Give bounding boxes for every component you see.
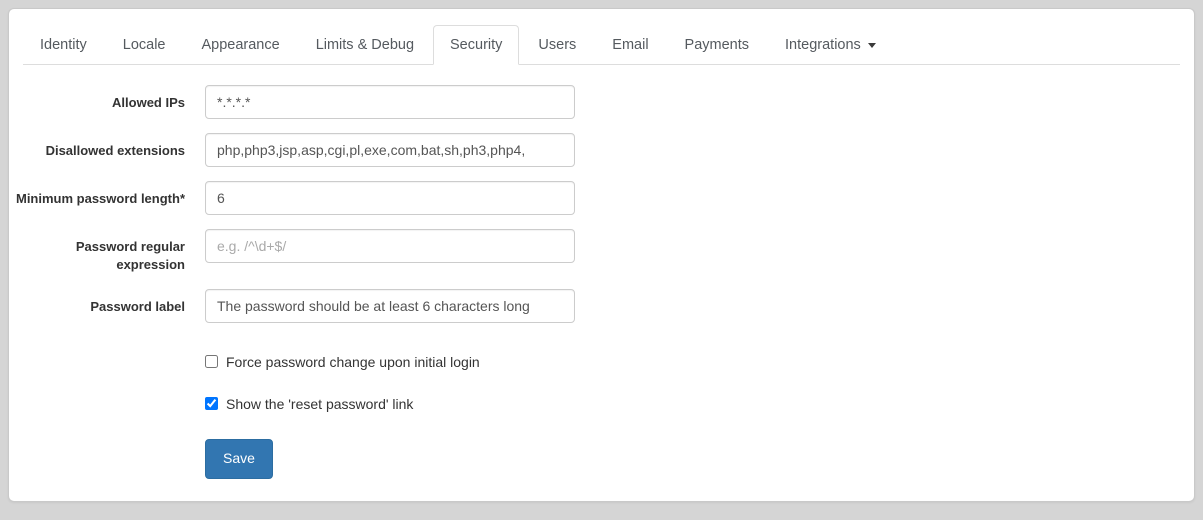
tab-security[interactable]: Security (433, 25, 520, 65)
label-password-label: Password label (90, 298, 185, 314)
tab-label: Limits & Debug (315, 36, 415, 53)
tab-locale[interactable]: Locale (106, 25, 183, 65)
checkbox-row-force-password-change-upon-initial-login[interactable]: Force password change upon initial login (205, 349, 1194, 375)
checkbox-show-the-reset-password-link[interactable] (205, 397, 218, 411)
tab-label: Users (538, 36, 577, 53)
field-wrap-password-regular-expression (205, 229, 575, 263)
form-row-password-label: Password label (9, 288, 1194, 323)
save-button[interactable]: Save (205, 438, 273, 479)
input-allowed-ips[interactable] (205, 85, 575, 119)
label-allowed-ips: Allowed IPs (112, 95, 185, 110)
tab-identity[interactable]: Identity (23, 25, 104, 65)
tab-label: Identity (40, 36, 87, 53)
field-wrap-disallowed-extensions (205, 133, 575, 167)
field-wrap-allowed-ips (205, 85, 575, 119)
form-row-password-regular-expression: Password regular expression (9, 229, 1194, 275)
tab-appearance[interactable]: Appearance (184, 25, 296, 65)
tab-integrations[interactable]: Integrations (768, 25, 893, 65)
tab-label: Email (612, 36, 649, 53)
checkbox-row-show-the-reset-password-link[interactable]: Show the 'reset password' link (205, 391, 1194, 417)
label-password-regular-expression: Password regular expression (75, 239, 185, 273)
form-row-minimum-password-length: Minimum password length* (9, 181, 1194, 215)
form-fields: Allowed IPs Disallowed extensions Minimum … (9, 85, 1194, 323)
checkbox-label-show-the-reset-password-link: Show the 'reset password' link (226, 395, 414, 412)
tab-payments[interactable]: Payments (668, 25, 766, 65)
tab-label: Appearance (201, 36, 280, 53)
input-password-regular-expression[interactable] (205, 229, 575, 263)
form-row-disallowed-extensions: Disallowed extensions (9, 133, 1194, 167)
checkbox-label-force-password-change-upon-initial-login: Force password change upon initial login (226, 353, 480, 370)
label-disallowed-extensions: Disallowed extensions (45, 143, 185, 158)
tab-label: Payments (684, 36, 750, 53)
field-wrap-minimum-password-length (205, 181, 575, 215)
tab-label: Locale (122, 36, 166, 53)
input-password-label[interactable] (205, 288, 575, 323)
tab-email[interactable]: Email (595, 25, 665, 65)
security-settings-form: Allowed IPs Disallowed extensions Minimum … (9, 65, 1194, 479)
tab-users[interactable]: Users (521, 25, 593, 65)
input-minimum-password-length[interactable] (205, 181, 575, 215)
tab-limits-debug[interactable]: Limits & Debug (299, 25, 431, 65)
field-wrap-password-label (205, 288, 575, 323)
settings-panel: Identity Locale Appearance Limits & Debug Se… (8, 8, 1195, 502)
tab-label: Security (450, 36, 503, 53)
label-minimum-password-length: Minimum password length* (15, 191, 185, 206)
form-actions: Save (205, 438, 1194, 479)
tab-label: Integrations (785, 36, 861, 53)
checkbox-force-password-change-upon-initial-login[interactable] (205, 355, 218, 369)
form-row-allowed-ips: Allowed IPs (9, 85, 1194, 119)
settings-tab-bar: Identity Locale Appearance Limits & Debug Se… (23, 21, 1180, 65)
input-disallowed-extensions[interactable] (205, 133, 575, 167)
chevron-down-icon (867, 42, 876, 48)
form-checkboxes: Force password change upon initial login… (9, 349, 1194, 417)
